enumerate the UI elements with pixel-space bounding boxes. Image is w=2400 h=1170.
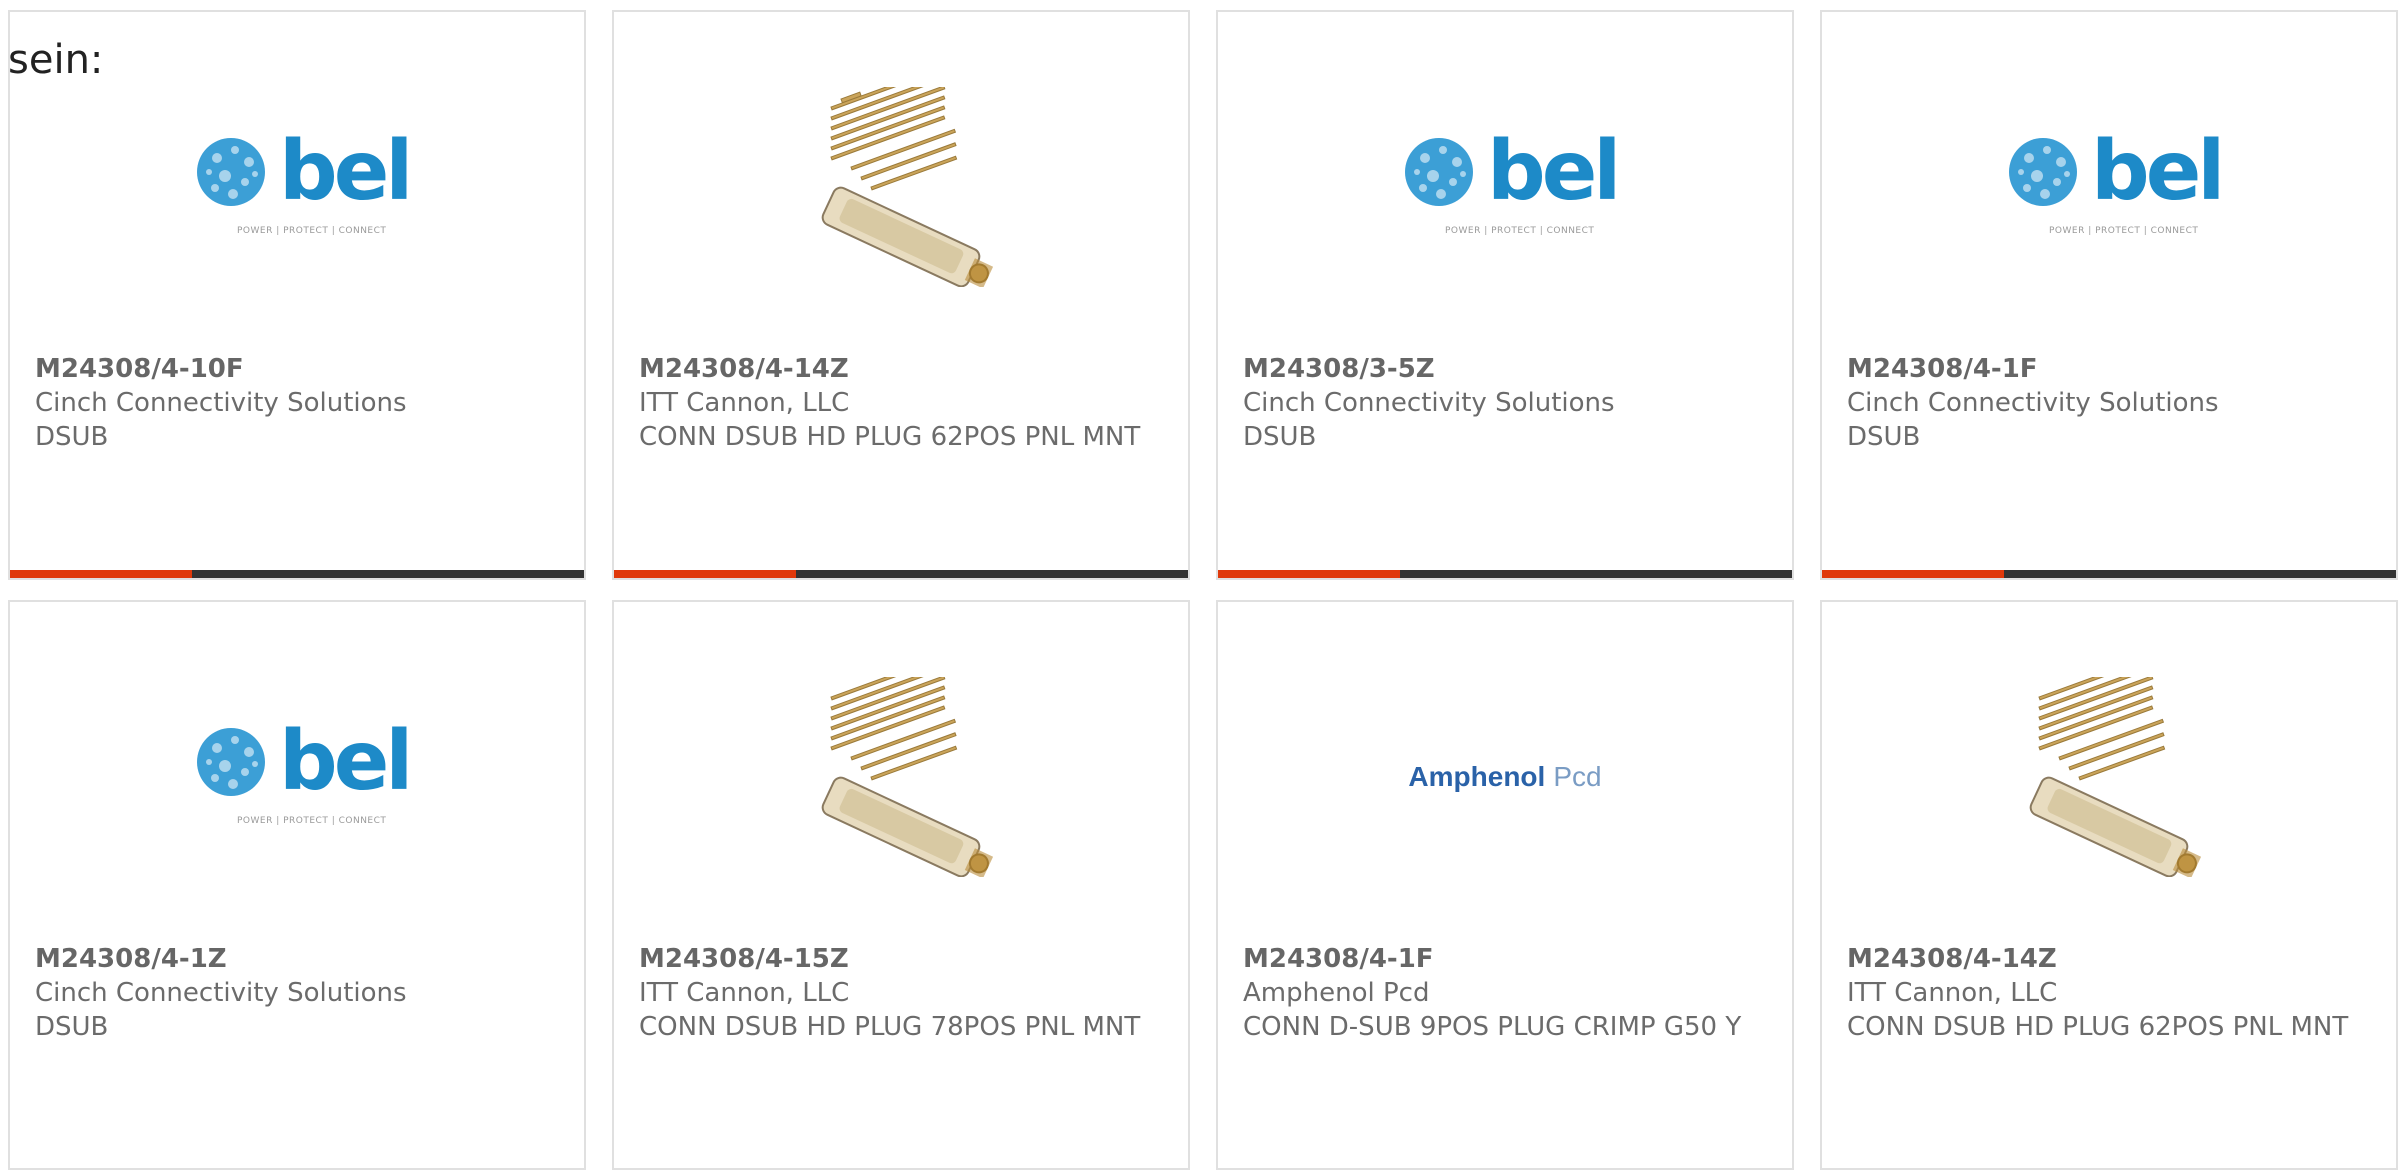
intro-text: sein:	[8, 37, 104, 83]
bel-logo-tagline: POWER | PROTECT | CONNECT	[1445, 226, 1595, 236]
manufacturer-name: ITT Cannon, LLC	[639, 978, 850, 1008]
product-description: DSUB	[1847, 422, 1921, 452]
product-description: CONN DSUB HD PLUG 78POS PNL MNT	[639, 1012, 1141, 1042]
product-image	[614, 662, 1188, 892]
product-card[interactable]: bel POWER | PROTECT | CONNECT M24308/3-5…	[1216, 10, 1794, 580]
product-image: bel POWER | PROTECT | CONNECT	[10, 72, 584, 302]
dsub-connector-icon	[2029, 677, 2202, 877]
part-number[interactable]: M24308/4-15Z	[639, 942, 1168, 976]
bel-logo-tagline: POWER | PROTECT | CONNECT	[237, 816, 387, 826]
dsub-connector-icon	[821, 677, 994, 877]
dsub-connector-icon	[821, 87, 994, 287]
bel-logo-word: bel	[1487, 124, 1621, 219]
manufacturer-name: Cinch Connectivity Solutions	[1243, 388, 1615, 418]
card-accent-bar	[1822, 570, 2396, 578]
product-description: DSUB	[35, 422, 109, 452]
amphenol-logo-icon: Amphenol Pcd	[1408, 761, 1601, 793]
part-number[interactable]: M24308/4-10F	[35, 352, 564, 386]
product-image: bel POWER | PROTECT | CONNECT	[1218, 72, 1792, 302]
bel-logo-tagline: POWER | PROTECT | CONNECT	[2049, 226, 2199, 236]
product-card[interactable]: bel POWER | PROTECT | CONNECT M24308/4-1…	[8, 600, 586, 1170]
bel-logo-word: bel	[279, 714, 413, 809]
product-description: DSUB	[35, 1012, 109, 1042]
card-accent-bar	[614, 570, 1188, 578]
product-image: bel POWER | PROTECT | CONNECT	[1822, 72, 2396, 302]
bel-logo-icon: bel POWER | PROTECT | CONNECT	[195, 714, 413, 832]
part-number[interactable]: M24308/4-1F	[1243, 942, 1772, 976]
bel-logo-icon: bel POWER | PROTECT | CONNECT	[1403, 124, 1621, 242]
product-card[interactable]: M24308/4-14Z ITT Cannon, LLC CONN DSUB H…	[612, 10, 1190, 580]
product-description: CONN DSUB HD PLUG 62POS PNL MNT	[1847, 1012, 2349, 1042]
bel-logo-word: bel	[279, 124, 413, 219]
manufacturer-name: Cinch Connectivity Solutions	[1847, 388, 2219, 418]
product-card[interactable]: bel POWER | PROTECT | CONNECT M24308/4-1…	[1820, 10, 2398, 580]
pcd-logo-word: Pcd	[1553, 761, 1602, 792]
bel-logo-icon: bel POWER | PROTECT | CONNECT	[2007, 124, 2225, 242]
part-number[interactable]: M24308/4-14Z	[639, 352, 1168, 386]
part-number[interactable]: M24308/3-5Z	[1243, 352, 1772, 386]
product-card[interactable]: Amphenol Pcd M24308/4-1F Amphenol Pcd CON…	[1216, 600, 1794, 1170]
card-accent-bar	[1218, 570, 1792, 578]
product-image	[614, 72, 1188, 302]
bel-logo-icon: bel POWER | PROTECT | CONNECT	[195, 124, 413, 242]
product-card[interactable]: bel POWER | PROTECT | CONNECT M24308/4-1…	[8, 10, 586, 580]
product-image: bel POWER | PROTECT | CONNECT	[10, 662, 584, 892]
product-image: Amphenol Pcd	[1218, 662, 1792, 892]
product-grid: bel POWER | PROTECT | CONNECT M24308/4-1…	[8, 10, 2400, 1170]
manufacturer-name: Cinch Connectivity Solutions	[35, 978, 407, 1008]
manufacturer-name: Amphenol Pcd	[1243, 978, 1430, 1008]
product-description: DSUB	[1243, 422, 1317, 452]
part-number[interactable]: M24308/4-14Z	[1847, 942, 2376, 976]
manufacturer-name: ITT Cannon, LLC	[1847, 978, 2058, 1008]
bel-logo-word: bel	[2091, 124, 2225, 219]
part-number[interactable]: M24308/4-1Z	[35, 942, 564, 976]
product-description: CONN D-SUB 9POS PLUG CRIMP G50 Y	[1243, 1012, 1742, 1042]
card-accent-bar	[10, 570, 584, 578]
product-card[interactable]: M24308/4-14Z ITT Cannon, LLC CONN DSUB H…	[1820, 600, 2398, 1170]
product-card[interactable]: M24308/4-15Z ITT Cannon, LLC CONN DSUB H…	[612, 600, 1190, 1170]
manufacturer-name: Cinch Connectivity Solutions	[35, 388, 407, 418]
amphenol-logo-word: Amphenol	[1408, 761, 1546, 792]
bel-logo-tagline: POWER | PROTECT | CONNECT	[237, 226, 387, 236]
part-number[interactable]: M24308/4-1F	[1847, 352, 2376, 386]
product-image	[1822, 662, 2396, 892]
product-description: CONN DSUB HD PLUG 62POS PNL MNT	[639, 422, 1141, 452]
manufacturer-name: ITT Cannon, LLC	[639, 388, 850, 418]
